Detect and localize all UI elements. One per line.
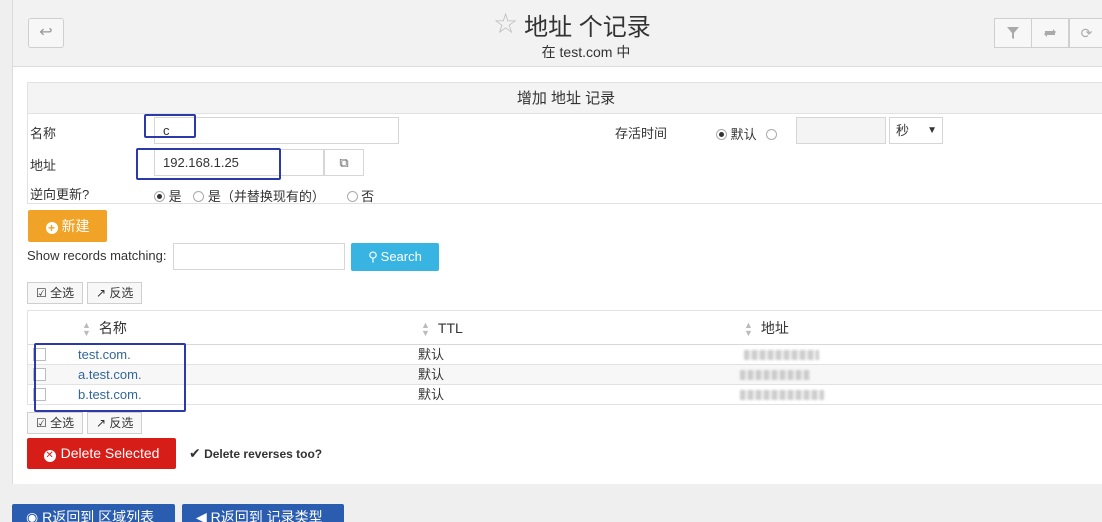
star-icon[interactable]: ☆	[493, 10, 518, 38]
filter-icon	[1007, 27, 1019, 39]
table-row: a.test.com. 默认	[28, 365, 1102, 385]
table-row: b.test.com. 默认	[28, 385, 1102, 405]
plus-circle-icon: +	[45, 222, 58, 234]
reverse-label: 逆向更新?	[30, 187, 90, 202]
records-table: ▲ ▼ 名称 ▲ ▼ TTL ▲ ▼ 地址 test.com. 默认 a.test.com.…	[27, 310, 1102, 405]
invert-select-button-bottom[interactable]: ↗ 反选	[87, 412, 143, 434]
back-to-types-button[interactable]: ◀ R返回到 记录类型	[182, 504, 344, 522]
delete-selected-label: Delete Selected	[60, 445, 160, 461]
select-all-button-bottom[interactable]: ☑ 全选	[27, 412, 84, 434]
column-header-ttl[interactable]: ▲ ▼ TTL	[421, 311, 463, 345]
ttl-default-option[interactable]: 默认	[716, 124, 778, 143]
reverse-yes-radio[interactable]	[154, 191, 165, 202]
record-address-redacted	[744, 350, 819, 360]
sync-icon: ⟳	[1080, 25, 1093, 41]
table-header: ▲ ▼ 名称 ▲ ▼ TTL ▲ ▼ 地址	[28, 311, 1102, 345]
refresh-icon	[1044, 29, 1056, 37]
sort-icon: ▲ ▼	[82, 320, 91, 339]
select-all-label: 全选	[50, 416, 75, 430]
page-title: ☆ 地址 个记录	[493, 8, 651, 41]
select-all-label: 全选	[50, 286, 75, 300]
copy-icon: ⧉	[339, 155, 349, 170]
remove-circle-icon: ✕	[43, 450, 56, 462]
ttl-custom-radio[interactable]	[766, 129, 778, 140]
back-to-zones-button[interactable]: ◉ R返回到 区域列表	[12, 504, 175, 522]
table-row: test.com. 默认	[28, 345, 1102, 365]
back-arrow-icon: ↩	[39, 24, 53, 41]
sync-button[interactable]: ⟳	[1069, 18, 1102, 48]
title-text: 地址 个记录	[524, 13, 651, 41]
address-highlight	[136, 148, 281, 180]
ttl-input[interactable]	[796, 117, 886, 144]
invert-select-button-top[interactable]: ↗ 反选	[87, 282, 143, 304]
refresh-button[interactable]	[1031, 18, 1069, 48]
search-button[interactable]: ⚲ Search	[351, 243, 439, 271]
name-highlight	[144, 114, 196, 138]
ttl-unit-select[interactable]: 秒 ▼	[889, 117, 943, 144]
column-header-address[interactable]: ▲ ▼ 地址	[744, 311, 789, 345]
create-button-label: 新建	[61, 218, 90, 234]
reverse-no-radio[interactable]	[346, 191, 358, 202]
sort-icon: ▲ ▼	[744, 320, 753, 339]
record-address-redacted	[740, 390, 824, 400]
address-label: 地址	[30, 158, 57, 173]
arrow-circle-icon: ◉	[26, 509, 39, 522]
ttl-default-radio[interactable]	[716, 129, 727, 140]
invert-select-label: 反选	[109, 286, 134, 300]
search-label: Show records matching:	[27, 248, 167, 263]
invert-select-label: 反选	[109, 416, 134, 430]
record-ttl: 默认	[418, 387, 445, 402]
reverse-no-label: 否	[361, 189, 375, 204]
reverse-yes-label: 是	[168, 189, 182, 204]
record-ttl: 默认	[418, 367, 445, 382]
main-panel: ↩ ☆ 地址 个记录 在 test.com 中 ⟳ 增加 地址 记录 名称 c …	[12, 0, 1102, 484]
form-heading: 增加 地址 记录	[28, 83, 1102, 114]
delete-reverses-option[interactable]: ✔ Delete reverses too?	[189, 445, 322, 462]
checkbox-icon: ☑	[36, 416, 47, 430]
delete-reverses-label: Delete reverses too?	[204, 447, 323, 461]
search-input[interactable]	[173, 243, 345, 270]
search-button-label: Search	[380, 249, 422, 264]
ttl-default-label: 默认	[730, 127, 757, 142]
sort-icon: ▲ ▼	[421, 320, 430, 339]
page-header: ↩ ☆ 地址 个记录 在 test.com 中 ⟳	[13, 0, 1102, 67]
table-body: test.com. 默认 a.test.com. 默认 b.test.com. …	[28, 345, 1102, 406]
rows-highlight	[34, 343, 186, 412]
page-subtitle: 在 test.com 中	[541, 44, 631, 60]
share-icon: ↗	[96, 286, 107, 300]
arrow-left-icon: ◀	[196, 509, 207, 522]
share-icon: ↗	[96, 416, 107, 430]
record-address-redacted	[740, 370, 810, 380]
ttl-unit-value: 秒	[896, 123, 910, 138]
select-all-button-top[interactable]: ☑ 全选	[27, 282, 84, 304]
ttl-label: 存活时间	[615, 126, 668, 141]
reverse-replace-label: 是（并替换现有的）	[207, 189, 325, 204]
reverse-replace-radio[interactable]	[193, 191, 205, 202]
filter-button[interactable]	[994, 18, 1032, 48]
name-label: 名称	[30, 126, 57, 141]
delete-selected-button[interactable]: ✕ Delete Selected	[27, 438, 176, 469]
copy-address-button[interactable]: ⧉	[324, 149, 364, 176]
check-icon[interactable]: ✔	[189, 445, 201, 461]
chevron-down-icon: ▼	[927, 125, 937, 136]
create-button[interactable]: + 新建	[28, 210, 107, 242]
search-icon: ⚲	[368, 249, 378, 264]
reverse-options: 是 是（并替换现有的） 否	[154, 186, 374, 205]
record-ttl: 默认	[418, 347, 445, 362]
column-header-name[interactable]: ▲ ▼ 名称	[82, 311, 127, 345]
checkbox-icon: ☑	[36, 286, 47, 300]
